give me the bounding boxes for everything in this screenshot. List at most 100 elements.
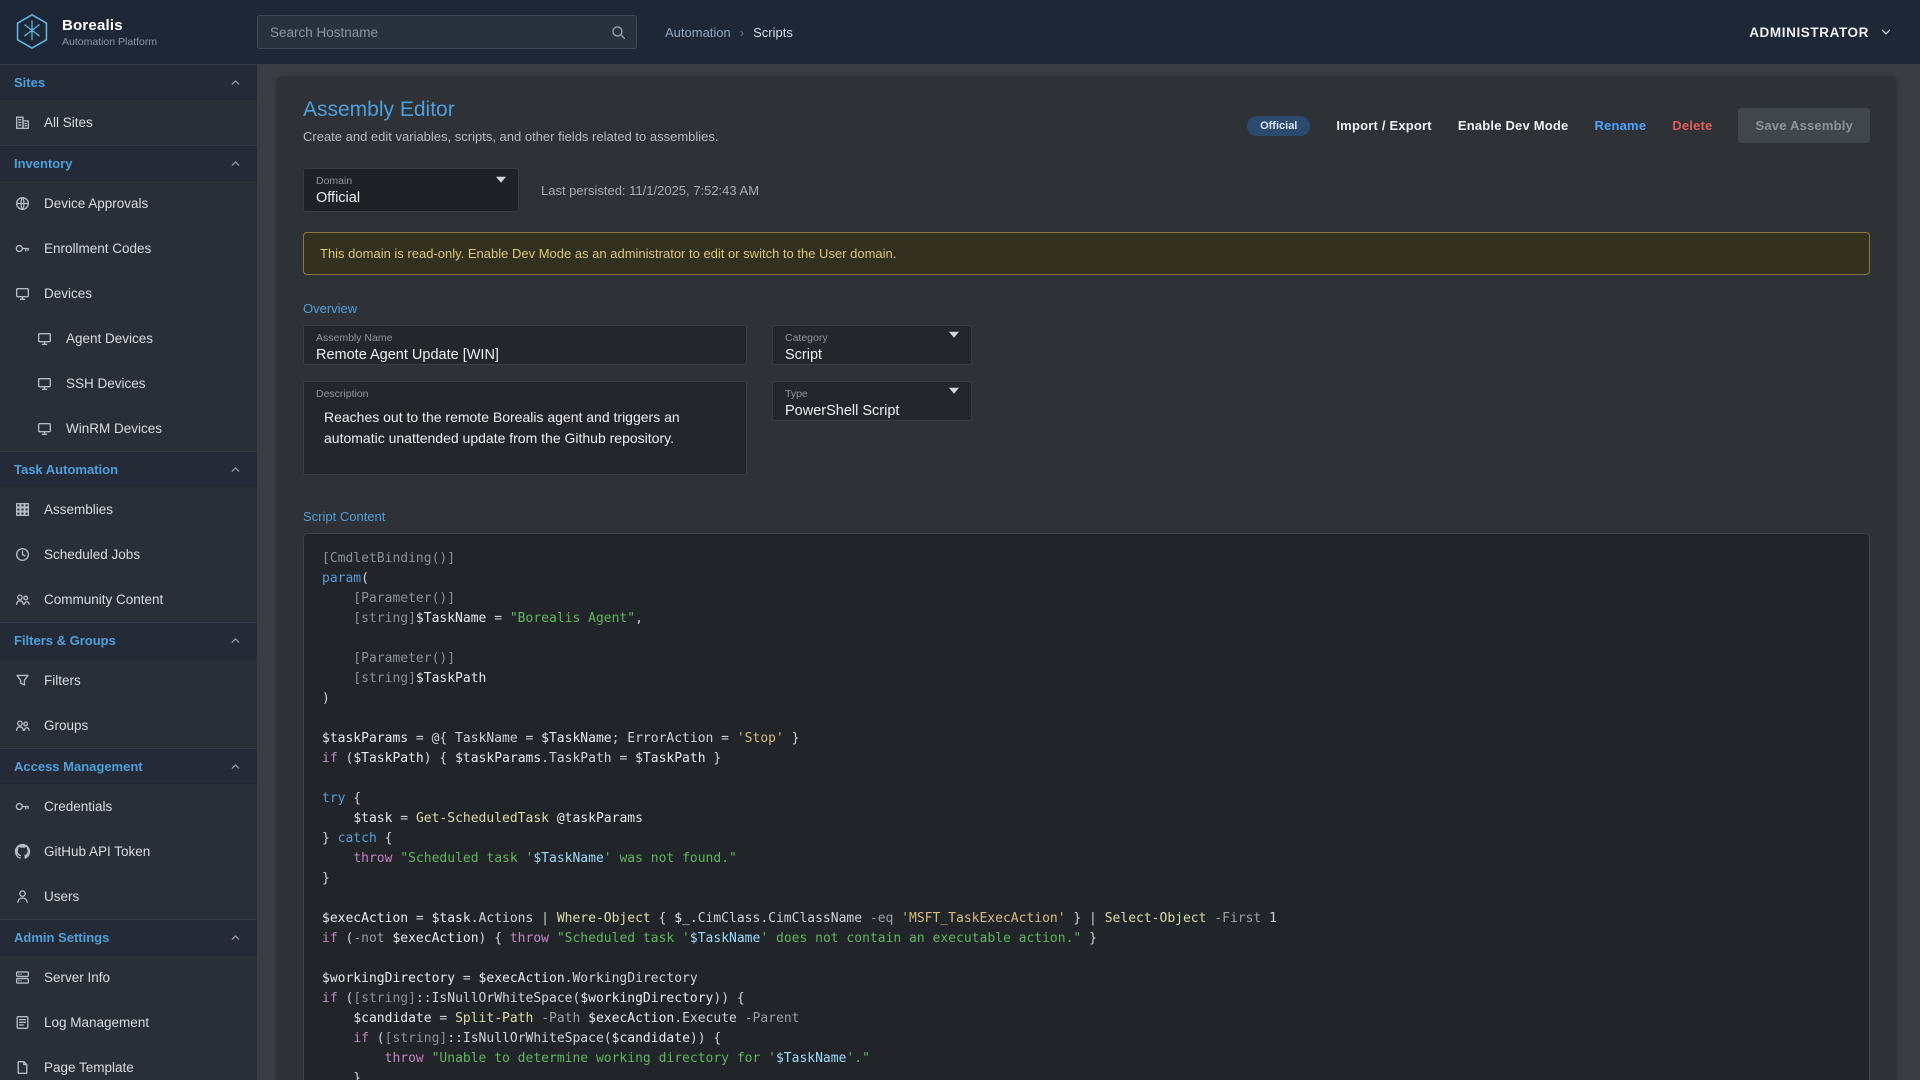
sidebar-section-label: Task Automation	[14, 462, 118, 477]
sidebar-item-agent-devices[interactable]: Agent Devices	[0, 316, 257, 361]
main-content: Assembly Editor Create and edit variable…	[257, 64, 1920, 1080]
code-line	[322, 709, 1851, 729]
hostname-search	[257, 15, 637, 49]
chevron-up-icon	[228, 930, 243, 945]
chevron-up-icon	[228, 75, 243, 90]
sidebar-section-sites[interactable]: Sites	[0, 64, 257, 100]
log-icon	[14, 1014, 31, 1031]
breadcrumb-item-automation[interactable]: Automation	[665, 25, 731, 40]
page-title: Assembly Editor	[303, 98, 719, 122]
code-line: $taskParams = @{ TaskName = $TaskName; E…	[322, 729, 1851, 749]
page-subtitle: Create and edit variables, scripts, and …	[303, 129, 719, 144]
sidebar-section-access-management[interactable]: Access Management	[0, 748, 257, 784]
description-label: Description	[316, 388, 734, 400]
chevron-up-icon	[228, 633, 243, 648]
dropdown-caret-icon	[496, 183, 506, 201]
code-line	[322, 949, 1851, 969]
brand-subtitle: Automation Platform	[62, 36, 157, 48]
device-icon	[36, 420, 53, 437]
toolbar: Official Import / Export Enable Dev Mode…	[1247, 108, 1870, 143]
code-line: } catch {	[322, 829, 1851, 849]
import-export-button[interactable]: Import / Export	[1336, 118, 1431, 133]
person-icon	[14, 888, 31, 905]
people-icon	[14, 717, 31, 734]
sidebar-item-label: Assemblies	[44, 502, 113, 517]
sidebar: Sites All Sites Inventory Device Approvals E…	[0, 64, 257, 1080]
code-line: [Parameter()]	[322, 649, 1851, 669]
script-content-label: Script Content	[303, 509, 1870, 524]
sidebar-item-log-management[interactable]: Log Management	[0, 1000, 257, 1045]
domain-select[interactable]: Domain Official	[303, 168, 519, 212]
sidebar-section-filters-groups[interactable]: Filters & Groups	[0, 622, 257, 658]
hostname-search-input[interactable]	[270, 25, 600, 40]
sidebar-item-ssh-devices[interactable]: SSH Devices	[0, 361, 257, 406]
last-persisted-text: Last persisted: 11/1/2025, 7:52:43 AM	[541, 183, 759, 198]
script-editor[interactable]: [CmdletBinding()]param( [Parameter()] [s…	[303, 533, 1870, 1080]
sidebar-section-task-automation[interactable]: Task Automation	[0, 451, 257, 487]
code-line: [CmdletBinding()]	[322, 549, 1851, 569]
sidebar-item-filters[interactable]: Filters	[0, 658, 257, 703]
key-icon	[14, 240, 31, 257]
sidebar-item-label: SSH Devices	[66, 376, 146, 391]
code-line	[322, 769, 1851, 789]
type-label: Type	[785, 388, 959, 400]
sidebar-item-label: Credentials	[44, 799, 112, 814]
code-line: }	[322, 1069, 1851, 1080]
description-field[interactable]: Description Reaches out to the remote Bo…	[303, 381, 747, 475]
sidebar-section-label: Filters & Groups	[14, 633, 116, 648]
sidebar-item-page-template[interactable]: Page Template	[0, 1045, 257, 1080]
user-menu-label: ADMINISTRATOR	[1749, 25, 1869, 40]
sidebar-item-assemblies[interactable]: Assemblies	[0, 487, 257, 532]
sidebar-item-server-info[interactable]: Server Info	[0, 955, 257, 1000]
sidebar-item-label: Devices	[44, 286, 92, 301]
enable-dev-mode-button[interactable]: Enable Dev Mode	[1458, 118, 1569, 133]
code-editor-content: [CmdletBinding()]param( [Parameter()] [s…	[322, 549, 1851, 1080]
delete-button[interactable]: Delete	[1672, 118, 1712, 133]
sidebar-item-enrollment-codes[interactable]: Enrollment Codes	[0, 226, 257, 271]
brand[interactable]: Borealis Automation Platform	[12, 12, 257, 52]
sidebar-item-groups[interactable]: Groups	[0, 703, 257, 748]
sidebar-item-device-approvals[interactable]: Device Approvals	[0, 181, 257, 226]
save-assembly-button[interactable]: Save Assembly	[1738, 108, 1870, 143]
sidebar-section-label: Inventory	[14, 156, 73, 171]
people-icon	[14, 591, 31, 608]
github-icon	[14, 843, 31, 860]
sidebar-item-github-api-token[interactable]: GitHub API Token	[0, 829, 257, 874]
sidebar-item-label: Users	[44, 889, 79, 904]
domain-select-label: Domain	[316, 175, 506, 187]
type-select[interactable]: Type PowerShell Script	[772, 381, 972, 421]
sidebar-item-label: Filters	[44, 673, 81, 688]
code-line: if ([string]::IsNullOrWhiteSpace($workin…	[322, 989, 1851, 1009]
code-line	[322, 629, 1851, 649]
assembly-name-value: Remote Agent Update [WIN]	[316, 347, 734, 363]
user-menu[interactable]: ADMINISTRATOR	[1749, 24, 1894, 40]
sidebar-section-admin-settings[interactable]: Admin Settings	[0, 919, 257, 955]
rename-button[interactable]: Rename	[1594, 118, 1646, 133]
sidebar-item-scheduled-jobs[interactable]: Scheduled Jobs	[0, 532, 257, 577]
code-line: [string]$TaskName = "Borealis Agent",	[322, 609, 1851, 629]
sidebar-item-winrm-devices[interactable]: WinRM Devices	[0, 406, 257, 451]
code-line: $task = Get-ScheduledTask @taskParams	[322, 809, 1851, 829]
sidebar-item-label: Device Approvals	[44, 196, 148, 211]
page-icon	[14, 1059, 31, 1076]
breadcrumb-item-scripts[interactable]: Scripts	[753, 25, 793, 40]
sidebar-section-label: Access Management	[14, 759, 143, 774]
domain-status-badge: Official	[1247, 116, 1310, 136]
readonly-notice: This domain is read-only. Enable Dev Mod…	[303, 232, 1870, 275]
sidebar-item-label: Groups	[44, 718, 88, 733]
sidebar-item-community-content[interactable]: Community Content	[0, 577, 257, 622]
sidebar-item-users[interactable]: Users	[0, 874, 257, 919]
category-select[interactable]: Category Script	[772, 325, 972, 365]
code-line: $execAction = $task.Actions | Where-Obje…	[322, 909, 1851, 929]
code-line: throw "Scheduled task '$TaskName' was no…	[322, 849, 1851, 869]
code-line: )	[322, 689, 1851, 709]
sidebar-item-devices[interactable]: Devices	[0, 271, 257, 316]
assembly-name-label: Assembly Name	[316, 332, 734, 344]
sidebar-section-inventory[interactable]: Inventory	[0, 145, 257, 181]
sidebar-item-all-sites[interactable]: All Sites	[0, 100, 257, 145]
assembly-name-field[interactable]: Assembly Name Remote Agent Update [WIN]	[303, 325, 747, 365]
sidebar-item-credentials[interactable]: Credentials	[0, 784, 257, 829]
sidebar-item-label: Log Management	[44, 1015, 149, 1030]
device-icon	[36, 330, 53, 347]
sidebar-item-label: All Sites	[44, 115, 93, 130]
